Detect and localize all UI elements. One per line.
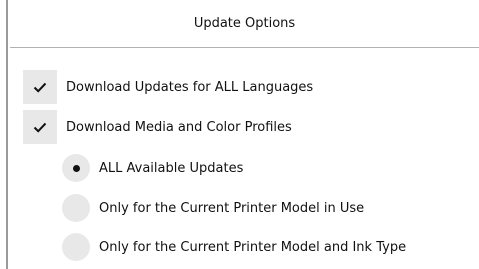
all-updates-label: ALL Available Updates bbox=[99, 160, 244, 176]
current-printer-model-radio[interactable] bbox=[62, 194, 90, 222]
download-all-languages-label: Download Updates for ALL Languages bbox=[66, 79, 314, 95]
panel-title: Update Options bbox=[193, 16, 296, 31]
current-printer-model-label: Only for the Current Printer Model in Us… bbox=[99, 200, 365, 216]
download-all-languages-option[interactable]: Download Updates for ALL Languages bbox=[23, 70, 313, 104]
current-printer-ink-label: Only for the Current Printer Model and I… bbox=[99, 239, 407, 255]
all-updates-option[interactable]: ALL Available Updates bbox=[62, 154, 243, 182]
panel-header: Update Options bbox=[10, 0, 479, 48]
all-updates-radio[interactable] bbox=[62, 154, 90, 182]
checkmark-icon bbox=[33, 122, 47, 133]
current-printer-ink-option[interactable]: Only for the Current Printer Model and I… bbox=[62, 233, 406, 261]
current-printer-model-option[interactable]: Only for the Current Printer Model in Us… bbox=[62, 194, 364, 222]
panel-left-border bbox=[6, 0, 8, 269]
download-media-profiles-label: Download Media and Color Profiles bbox=[66, 119, 292, 135]
radio-dot-icon bbox=[72, 164, 80, 172]
download-all-languages-checkbox[interactable] bbox=[23, 70, 57, 104]
current-printer-ink-radio[interactable] bbox=[62, 233, 90, 261]
update-options-panel: Update Options Download Updates for ALL … bbox=[0, 0, 479, 269]
download-media-profiles-option[interactable]: Download Media and Color Profiles bbox=[23, 110, 292, 144]
download-media-profiles-checkbox[interactable] bbox=[23, 110, 57, 144]
checkmark-icon bbox=[33, 82, 47, 93]
